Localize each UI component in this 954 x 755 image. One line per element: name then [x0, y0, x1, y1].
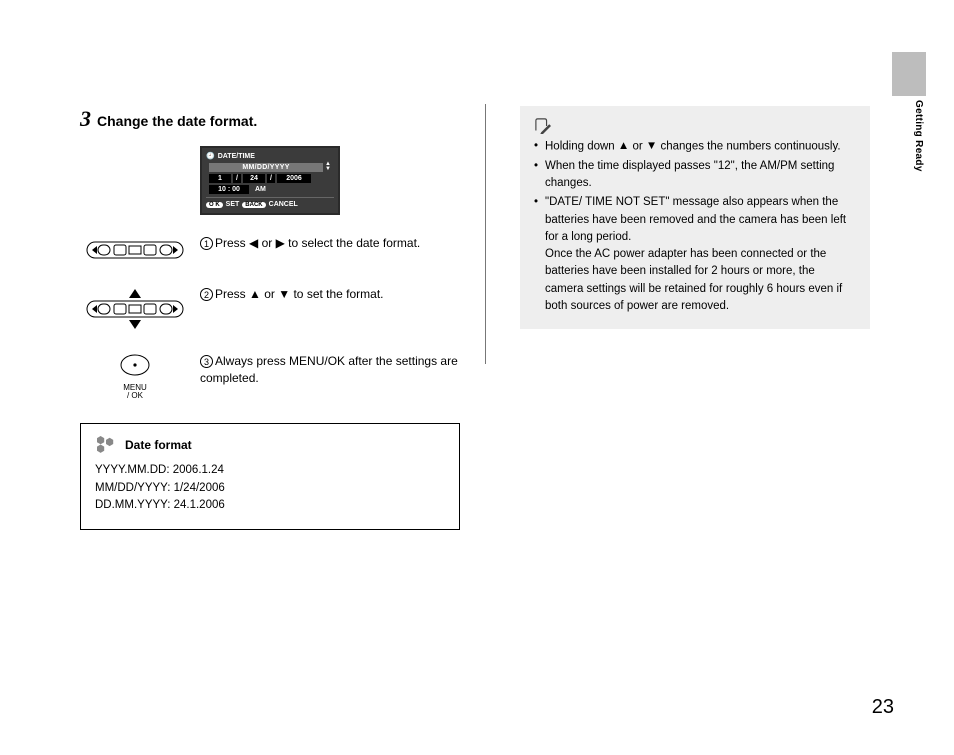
- date-format-heading: Date format: [125, 438, 192, 452]
- lcd-time: 10 : 00: [209, 185, 249, 194]
- circled-3-icon: 3: [200, 355, 213, 368]
- date-format-line-2: MM/DD/YYYY: 1/24/2006: [95, 480, 445, 498]
- note-item-2: When the time displayed passes "12", the…: [534, 158, 856, 193]
- circled-2-icon: 2: [200, 288, 213, 301]
- lcd-set-label: SET: [226, 201, 240, 208]
- clock-icon: 🕘: [206, 152, 215, 160]
- dpad-left-right-icon: [80, 235, 190, 268]
- dpad-up-down-icon: [80, 286, 190, 335]
- sidebar-gray-tab: [892, 52, 926, 96]
- lcd-sep2: /: [267, 174, 275, 183]
- triangle-up-icon: ▲: [618, 138, 629, 155]
- menuok-label-line2: / OK: [80, 392, 190, 400]
- triangle-down-icon: ▼: [646, 138, 657, 155]
- lcd-cancel-label: CANCEL: [269, 201, 298, 208]
- lcd-month: 1: [209, 174, 231, 183]
- menu-ok-button-icon: MENU / OK: [80, 353, 190, 401]
- date-format-line-1: YYYY.MM.DD: 2006.1.24: [95, 462, 445, 480]
- triangle-down-icon: ▼: [278, 286, 290, 303]
- lcd-day: 24: [243, 174, 265, 183]
- page-number: 23: [872, 696, 894, 719]
- date-format-line-3: DD.MM.YYYY: 24.1.2006: [95, 497, 445, 515]
- notes-box: Holding down ▲ or ▼ changes the numbers …: [520, 106, 870, 329]
- triangle-right-icon: ▶: [276, 235, 285, 252]
- note-item-1: Holding down ▲ or ▼ changes the numbers …: [534, 138, 856, 156]
- honeycomb-icon: [95, 436, 117, 454]
- lcd-screenshot: 🕘 DATE/TIME MM/DD/YYYY ▲▼ 1 / 24 / 2006 …: [200, 146, 340, 215]
- lcd-ampm: AM: [255, 186, 266, 193]
- lcd-year: 2006: [277, 174, 311, 183]
- lcd-sep1: /: [233, 174, 241, 183]
- step-title: Change the date format.: [97, 113, 257, 129]
- note-pencil-icon: [534, 118, 552, 134]
- lcd-updown-icon: ▲▼: [325, 162, 331, 172]
- lcd-ok-badge: O K: [206, 202, 223, 208]
- lcd-back-badge: BACK: [242, 202, 265, 208]
- sidebar-section-label: Getting Ready: [913, 100, 924, 172]
- triangle-left-icon: ◀: [249, 235, 258, 252]
- lcd-header: DATE/TIME: [218, 153, 255, 160]
- triangle-up-icon: ▲: [249, 286, 261, 303]
- date-format-box: Date format YYYY.MM.DD: 2006.1.24 MM/DD/…: [80, 423, 460, 530]
- note-item-3: "DATE/ TIME NOT SET" message also appear…: [534, 194, 856, 315]
- instruction-2-text: 2Press ▲ or ▼ to set the format.: [200, 286, 460, 304]
- instruction-3-text: 3Always press MENU/OK after the settings…: [200, 353, 460, 388]
- step-number: 3: [80, 106, 91, 132]
- instruction-1-text: 1Press ◀ or ▶ to select the date format.: [200, 235, 460, 253]
- lcd-format-field: MM/DD/YYYY: [209, 163, 323, 172]
- circled-1-icon: 1: [200, 237, 213, 250]
- column-divider: [485, 104, 486, 364]
